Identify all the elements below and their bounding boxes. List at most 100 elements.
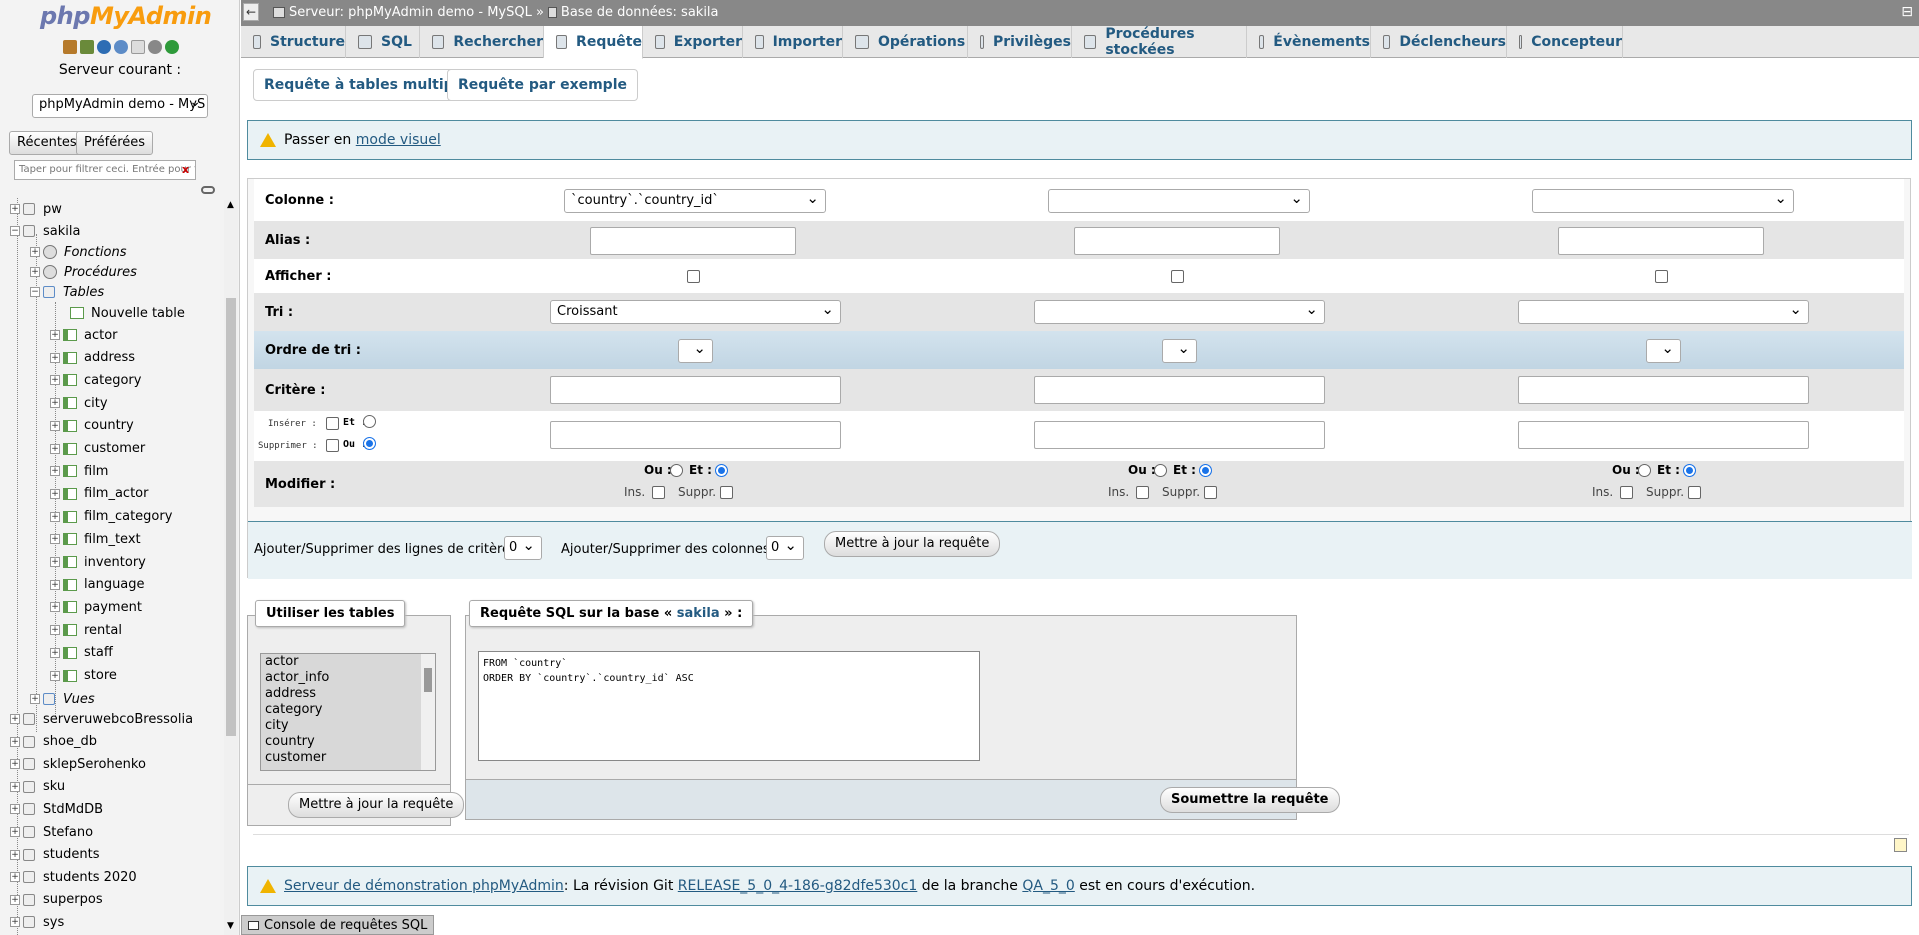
tab-structure[interactable]: Structure: [241, 26, 346, 58]
insert-row-checkbox[interactable]: [326, 417, 339, 430]
criteria-input-3[interactable]: [1518, 376, 1809, 404]
git-branch-link[interactable]: QA_5_0: [1022, 878, 1074, 894]
sort-select-3[interactable]: [1518, 300, 1809, 324]
demo-server-link[interactable]: Serveur de démonstration phpMyAdmin: [284, 878, 564, 894]
tree-table-film-category[interactable]: + film_category: [50, 506, 172, 528]
modify-ins-checkbox-2[interactable]: [1136, 486, 1149, 499]
recent-button[interactable]: Récentes: [9, 131, 85, 155]
tree-db-serveruwebcobressolia[interactable]: + serveruwebcoBressolia: [10, 708, 193, 730]
modify-and-radio-2[interactable]: [1199, 464, 1212, 477]
git-revision-link[interactable]: RELEASE_5_0_4-186-g82dfe530c1: [678, 878, 918, 894]
submit-query-button[interactable]: Soumettre la requête: [1160, 787, 1340, 813]
show-checkbox-3[interactable]: [1655, 270, 1668, 283]
tree-views[interactable]: + Vues: [30, 688, 95, 710]
tab-operations[interactable]: Opérations: [843, 26, 968, 58]
modify-or-radio-3[interactable]: [1638, 464, 1651, 477]
tables-list-item[interactable]: country: [261, 734, 435, 750]
criteria-input-2[interactable]: [1034, 376, 1325, 404]
tree-table-customer[interactable]: + customer: [50, 438, 145, 460]
breadcrumb-database[interactable]: Base de données: sakila: [561, 5, 719, 20]
tree-db-students-2020[interactable]: + students 2020: [10, 866, 137, 888]
tables-list-item[interactable]: city: [261, 718, 435, 734]
nav-filter-input[interactable]: Taper pour filtrer ceci. Entrée pour tou…: [14, 160, 196, 180]
tree-db-sku[interactable]: + sku: [10, 776, 65, 798]
criteria-input-row2-3[interactable]: [1518, 421, 1809, 449]
reload-icon[interactable]: [165, 40, 179, 54]
tab-search[interactable]: Rechercher: [420, 26, 544, 58]
modify-ins-checkbox-1[interactable]: [652, 486, 665, 499]
show-checkbox-1[interactable]: [687, 270, 700, 283]
criteria-input-row2-1[interactable]: [550, 421, 841, 449]
tab-export[interactable]: Exporter: [643, 26, 743, 58]
tables-list-item[interactable]: category: [261, 702, 435, 718]
gear-icon[interactable]: [148, 40, 162, 54]
query-by-example-button[interactable]: Requête par exemple: [447, 69, 638, 101]
tree-table-store[interactable]: + store: [50, 665, 117, 687]
tree-table-city[interactable]: + city: [50, 392, 108, 414]
update-query-button[interactable]: Mettre à jour la requête: [824, 531, 1001, 557]
tree-table-actor[interactable]: + actor: [50, 324, 118, 346]
tree-functions[interactable]: + Fonctions: [30, 241, 127, 263]
modify-or-radio-1[interactable]: [670, 464, 683, 477]
tree-new-table[interactable]: Nouvelle table: [70, 302, 185, 324]
tree-db-sys[interactable]: + sys: [10, 911, 64, 933]
tree-db-sklepserohenko[interactable]: + sklepSerohenko: [10, 753, 146, 775]
visual-mode-link[interactable]: mode visuel: [356, 132, 441, 148]
logout-icon[interactable]: [80, 40, 94, 54]
column-select-1[interactable]: `country`.`country_id`: [564, 189, 826, 213]
link-panels-icon[interactable]: [201, 186, 215, 194]
tables-listbox[interactable]: actor actor_info address category city countr…: [260, 653, 436, 771]
help-icon[interactable]: [97, 40, 111, 54]
tables-list-item[interactable]: customer: [261, 750, 435, 766]
column-select-2[interactable]: [1048, 189, 1310, 213]
tree-table-country[interactable]: + country: [50, 415, 134, 437]
tree-table-payment[interactable]: + payment: [50, 596, 142, 618]
tree-table-language[interactable]: + language: [50, 574, 145, 596]
clear-filter-icon[interactable]: x: [182, 163, 189, 176]
tree-db-superpos[interactable]: + superpos: [10, 889, 103, 911]
sql-query-textarea[interactable]: FROM `country` ORDER BY `country`.`count…: [478, 651, 980, 761]
sql-db-link[interactable]: sakila: [677, 606, 720, 621]
tree-db-stdmddb[interactable]: + StdMdDB: [10, 798, 103, 820]
sql-console-toggle[interactable]: Console de requêtes SQL: [241, 915, 435, 935]
columns-select[interactable]: 0: [766, 536, 804, 560]
alias-input-2[interactable]: [1074, 227, 1280, 255]
tree-table-category[interactable]: + category: [50, 369, 141, 391]
tree-table-address[interactable]: + address: [50, 347, 135, 369]
home-icon[interactable]: [63, 40, 77, 54]
tables-list-item[interactable]: actor_info: [261, 670, 435, 686]
tree-table-staff[interactable]: + staff: [50, 642, 113, 664]
column-select-3[interactable]: [1532, 189, 1794, 213]
tables-list-item[interactable]: address: [261, 686, 435, 702]
tree-table-film[interactable]: + film: [50, 460, 108, 482]
tree-table-film-text[interactable]: + film_text: [50, 528, 141, 550]
sort-select-2[interactable]: [1034, 300, 1325, 324]
tab-designer[interactable]: Concepteur: [1507, 26, 1623, 58]
alias-input-1[interactable]: [590, 227, 796, 255]
tab-import[interactable]: Importer: [743, 26, 843, 58]
tree-table-inventory[interactable]: + inventory: [50, 551, 146, 573]
modify-and-radio-3[interactable]: [1683, 464, 1696, 477]
tree-db-students[interactable]: + students: [10, 844, 99, 866]
tree-table-film-actor[interactable]: + film_actor: [50, 483, 148, 505]
or-radio[interactable]: [363, 437, 376, 450]
tables-list-item[interactable]: actor: [261, 654, 435, 670]
alias-input-3[interactable]: [1558, 227, 1764, 255]
copy-icon[interactable]: [131, 40, 145, 54]
phpmyadmin-logo[interactable]: phpMyAdmin: [40, 2, 212, 30]
update-tables-button[interactable]: Mettre à jour la requête: [288, 792, 465, 818]
tree-db-sakila[interactable]: − sakila: [10, 220, 80, 242]
delete-row-checkbox[interactable]: [326, 439, 339, 452]
edit-icon[interactable]: [1894, 838, 1907, 852]
tree-tables[interactable]: − Tables: [30, 281, 104, 303]
tab-events[interactable]: Évènements: [1247, 26, 1371, 58]
tree-table-rental[interactable]: + rental: [50, 619, 122, 641]
tab-privileges[interactable]: Privilèges: [968, 26, 1072, 58]
criteria-input-1[interactable]: [550, 376, 841, 404]
modify-or-radio-2[interactable]: [1154, 464, 1167, 477]
tab-query[interactable]: Requête: [544, 26, 643, 59]
collapse-icon[interactable]: ⊟: [1901, 4, 1913, 20]
sort-order-select-2[interactable]: [1162, 339, 1197, 363]
breadcrumb-server[interactable]: Serveur: phpMyAdmin demo - MySQL »: [289, 5, 544, 20]
nav-scrollbar[interactable]: ▲ ▼: [224, 200, 238, 935]
